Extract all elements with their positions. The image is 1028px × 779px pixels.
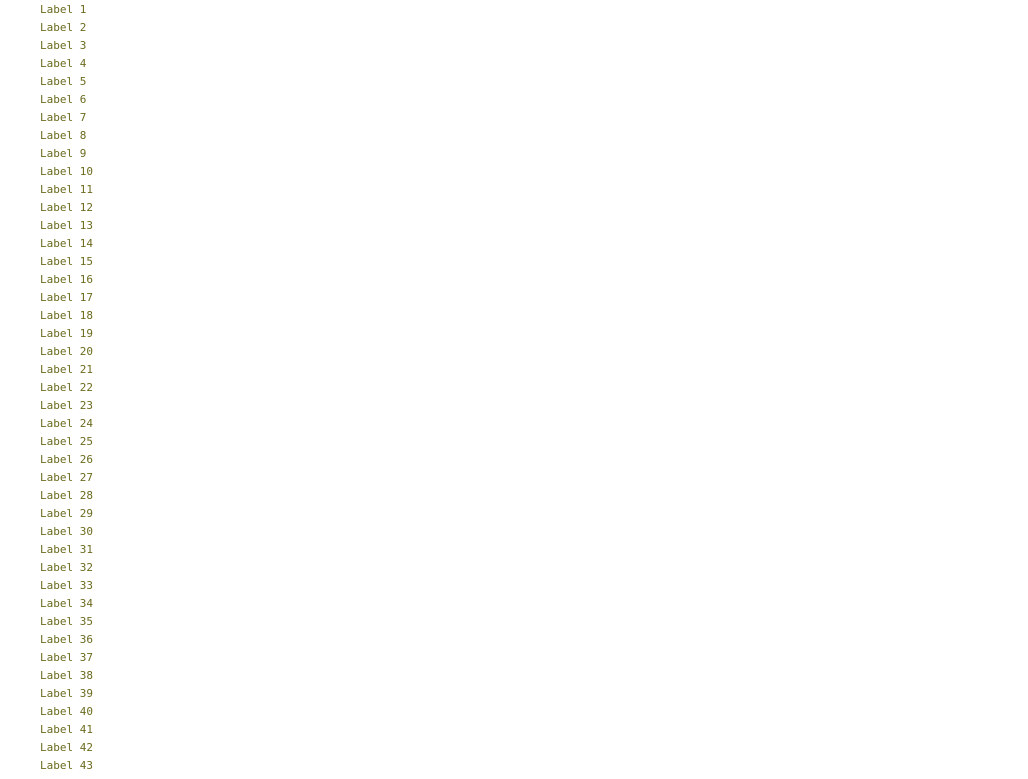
- tree-row[interactable]: Label 21: [0, 361, 1028, 379]
- field-label[interactable]: Label 34: [40, 595, 93, 613]
- field-label[interactable]: Label 1: [40, 1, 86, 19]
- tree-row[interactable]: Label 33: [0, 577, 1028, 595]
- field-label[interactable]: Label 39: [40, 685, 93, 703]
- field-label[interactable]: Label 17: [40, 289, 93, 307]
- tree-row[interactable]: Label 18: [0, 307, 1028, 325]
- field-label[interactable]: Label 29: [40, 505, 93, 523]
- tree-row[interactable]: Label 11: [0, 181, 1028, 199]
- field-label[interactable]: Label 35: [40, 613, 93, 631]
- tree-row[interactable]: Label 2: [0, 19, 1028, 37]
- field-label[interactable]: Label 25: [40, 433, 93, 451]
- field-label[interactable]: Label 21: [40, 361, 93, 379]
- tree-row[interactable]: Label 42: [0, 739, 1028, 757]
- field-label[interactable]: Label 7: [40, 109, 86, 127]
- field-label[interactable]: Label 16: [40, 271, 93, 289]
- tree-row[interactable]: Label 16: [0, 271, 1028, 289]
- field-label[interactable]: Label 12: [40, 199, 93, 217]
- tree-row[interactable]: Label 43: [0, 757, 1028, 775]
- tree-row[interactable]: Label 8: [0, 127, 1028, 145]
- field-label[interactable]: Label 30: [40, 523, 93, 541]
- field-label[interactable]: Label 10: [40, 163, 93, 181]
- tree-row[interactable]: Label 10: [0, 163, 1028, 181]
- field-label[interactable]: Label 19: [40, 325, 93, 343]
- tree-row[interactable]: Label 22: [0, 379, 1028, 397]
- tree-row[interactable]: Label 39: [0, 685, 1028, 703]
- field-label[interactable]: Label 40: [40, 703, 93, 721]
- tree-row[interactable]: Label 27: [0, 469, 1028, 487]
- field-label[interactable]: Label 8: [40, 127, 86, 145]
- tree-row[interactable]: Label 20: [0, 343, 1028, 361]
- tree-row[interactable]: Label 37: [0, 649, 1028, 667]
- tree-row[interactable]: Label 24: [0, 415, 1028, 433]
- field-label[interactable]: Label 9: [40, 145, 86, 163]
- tree-row[interactable]: Label 38: [0, 667, 1028, 685]
- field-label[interactable]: Label 43: [40, 757, 93, 775]
- field-label[interactable]: Label 31: [40, 541, 93, 559]
- tree-row[interactable]: Label 31: [0, 541, 1028, 559]
- protocol-tree: Label 1 Label 2 Label 3 Label 4 Label 5 …: [0, 0, 1028, 779]
- tree-row[interactable]: Label 34: [0, 595, 1028, 613]
- tree-row[interactable]: Label 17: [0, 289, 1028, 307]
- field-label[interactable]: Label 23: [40, 397, 93, 415]
- field-label[interactable]: Label 38: [40, 667, 93, 685]
- tree-row[interactable]: Label 19: [0, 325, 1028, 343]
- field-label[interactable]: Label 22: [40, 379, 93, 397]
- field-label[interactable]: Label 24: [40, 415, 93, 433]
- field-label[interactable]: Label 15: [40, 253, 93, 271]
- field-label[interactable]: Label 4: [40, 55, 86, 73]
- field-label[interactable]: Label 13: [40, 217, 93, 235]
- field-label[interactable]: Label 14: [40, 235, 93, 253]
- field-label[interactable]: Label 6: [40, 91, 86, 109]
- field-label[interactable]: Label 37: [40, 649, 93, 667]
- tree-row[interactable]: Label 3: [0, 37, 1028, 55]
- field-label[interactable]: Label 2: [40, 19, 86, 37]
- tree-row[interactable]: Label 25: [0, 433, 1028, 451]
- tree-row[interactable]: Label 7: [0, 109, 1028, 127]
- tree-row[interactable]: Label 32: [0, 559, 1028, 577]
- field-label[interactable]: Label 36: [40, 631, 93, 649]
- tree-row[interactable]: Label 35: [0, 613, 1028, 631]
- tree-row[interactable]: Label 23: [0, 397, 1028, 415]
- field-label[interactable]: Label 28: [40, 487, 93, 505]
- tree-row[interactable]: Label 12: [0, 199, 1028, 217]
- tree-row[interactable]: Label 4: [0, 55, 1028, 73]
- tree-row[interactable]: Label 6: [0, 91, 1028, 109]
- field-label[interactable]: Label 26: [40, 451, 93, 469]
- field-label[interactable]: Label 27: [40, 469, 93, 487]
- tree-row[interactable]: Label 14: [0, 235, 1028, 253]
- tree-row[interactable]: Label 13: [0, 217, 1028, 235]
- tree-row[interactable]: Label 9: [0, 145, 1028, 163]
- field-label[interactable]: Label 11: [40, 181, 93, 199]
- field-label[interactable]: Label 32: [40, 559, 93, 577]
- field-label[interactable]: Label 3: [40, 37, 86, 55]
- tree-row[interactable]: Label 5: [0, 73, 1028, 91]
- tree-row[interactable]: Label 41: [0, 721, 1028, 739]
- field-label[interactable]: Label 5: [40, 73, 86, 91]
- tree-row[interactable]: Label 28: [0, 487, 1028, 505]
- tree-row[interactable]: Label 29: [0, 505, 1028, 523]
- tree-row[interactable]: Label 30: [0, 523, 1028, 541]
- field-label[interactable]: Label 18: [40, 307, 93, 325]
- tree-row[interactable]: Label 26: [0, 451, 1028, 469]
- field-label[interactable]: Label 42: [40, 739, 93, 757]
- tree-row[interactable]: Label 36: [0, 631, 1028, 649]
- tree-row[interactable]: Label 40: [0, 703, 1028, 721]
- field-label[interactable]: Label 41: [40, 721, 93, 739]
- tree-row[interactable]: Label 15: [0, 253, 1028, 271]
- field-label[interactable]: Label 33: [40, 577, 93, 595]
- tree-row[interactable]: Label 1: [0, 1, 1028, 19]
- field-label[interactable]: Label 20: [40, 343, 93, 361]
